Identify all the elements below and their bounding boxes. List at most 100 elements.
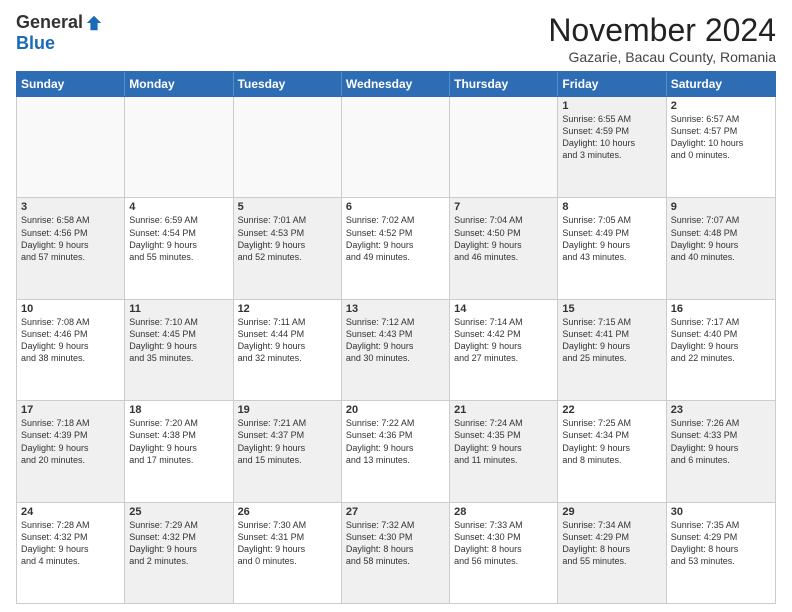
- day-number: 3: [21, 201, 120, 213]
- cell-info: Sunrise: 6:59 AMSunset: 4:54 PMDaylight:…: [129, 214, 228, 263]
- calendar-cell: 14Sunrise: 7:14 AMSunset: 4:42 PMDayligh…: [450, 300, 558, 400]
- cell-info: Sunrise: 6:58 AMSunset: 4:56 PMDaylight:…: [21, 214, 120, 263]
- title-area: November 2024 Gazarie, Bacau County, Rom…: [548, 12, 776, 65]
- calendar-cell: 26Sunrise: 7:30 AMSunset: 4:31 PMDayligh…: [234, 503, 342, 603]
- calendar-cell: 28Sunrise: 7:33 AMSunset: 4:30 PMDayligh…: [450, 503, 558, 603]
- calendar-cell: 25Sunrise: 7:29 AMSunset: 4:32 PMDayligh…: [125, 503, 233, 603]
- day-number: 26: [238, 506, 337, 518]
- calendar-cell: 12Sunrise: 7:11 AMSunset: 4:44 PMDayligh…: [234, 300, 342, 400]
- calendar-cell: 30Sunrise: 7:35 AMSunset: 4:29 PMDayligh…: [667, 503, 775, 603]
- day-number: 11: [129, 303, 228, 315]
- logo-icon: [85, 14, 103, 32]
- cell-info: Sunrise: 7:22 AMSunset: 4:36 PMDaylight:…: [346, 417, 445, 466]
- calendar-cell: [125, 97, 233, 197]
- calendar-cell: 29Sunrise: 7:34 AMSunset: 4:29 PMDayligh…: [558, 503, 666, 603]
- cell-info: Sunrise: 7:25 AMSunset: 4:34 PMDaylight:…: [562, 417, 661, 466]
- calendar-cell: 8Sunrise: 7:05 AMSunset: 4:49 PMDaylight…: [558, 198, 666, 298]
- day-number: 24: [21, 506, 120, 518]
- day-number: 2: [671, 100, 771, 112]
- day-number: 27: [346, 506, 445, 518]
- calendar-cell: 9Sunrise: 7:07 AMSunset: 4:48 PMDaylight…: [667, 198, 775, 298]
- cell-info: Sunrise: 7:07 AMSunset: 4:48 PMDaylight:…: [671, 214, 771, 263]
- cell-info: Sunrise: 7:34 AMSunset: 4:29 PMDaylight:…: [562, 519, 661, 568]
- calendar-cell: [342, 97, 450, 197]
- calendar-row: 3Sunrise: 6:58 AMSunset: 4:56 PMDaylight…: [17, 198, 775, 299]
- cell-info: Sunrise: 7:17 AMSunset: 4:40 PMDaylight:…: [671, 316, 771, 365]
- calendar-cell: 2Sunrise: 6:57 AMSunset: 4:57 PMDaylight…: [667, 97, 775, 197]
- day-number: 12: [238, 303, 337, 315]
- cell-info: Sunrise: 6:57 AMSunset: 4:57 PMDaylight:…: [671, 113, 771, 162]
- logo-text: General: [16, 12, 103, 33]
- calendar-row: 17Sunrise: 7:18 AMSunset: 4:39 PMDayligh…: [17, 401, 775, 502]
- cell-info: Sunrise: 7:04 AMSunset: 4:50 PMDaylight:…: [454, 214, 553, 263]
- day-number: 13: [346, 303, 445, 315]
- calendar-header-cell: Monday: [125, 72, 233, 96]
- calendar-cell: 13Sunrise: 7:12 AMSunset: 4:43 PMDayligh…: [342, 300, 450, 400]
- calendar-cell: 11Sunrise: 7:10 AMSunset: 4:45 PMDayligh…: [125, 300, 233, 400]
- day-number: 25: [129, 506, 228, 518]
- day-number: 23: [671, 404, 771, 416]
- calendar-cell: 1Sunrise: 6:55 AMSunset: 4:59 PMDaylight…: [558, 97, 666, 197]
- day-number: 14: [454, 303, 553, 315]
- cell-info: Sunrise: 7:01 AMSunset: 4:53 PMDaylight:…: [238, 214, 337, 263]
- cell-info: Sunrise: 7:10 AMSunset: 4:45 PMDaylight:…: [129, 316, 228, 365]
- day-number: 21: [454, 404, 553, 416]
- day-number: 22: [562, 404, 661, 416]
- cell-info: Sunrise: 7:21 AMSunset: 4:37 PMDaylight:…: [238, 417, 337, 466]
- calendar-cell: 18Sunrise: 7:20 AMSunset: 4:38 PMDayligh…: [125, 401, 233, 501]
- day-number: 29: [562, 506, 661, 518]
- cell-info: Sunrise: 7:12 AMSunset: 4:43 PMDaylight:…: [346, 316, 445, 365]
- cell-info: Sunrise: 6:55 AMSunset: 4:59 PMDaylight:…: [562, 113, 661, 162]
- calendar-cell: 7Sunrise: 7:04 AMSunset: 4:50 PMDaylight…: [450, 198, 558, 298]
- calendar-cell: [234, 97, 342, 197]
- calendar-cell: [450, 97, 558, 197]
- calendar-row: 10Sunrise: 7:08 AMSunset: 4:46 PMDayligh…: [17, 300, 775, 401]
- calendar-row: 24Sunrise: 7:28 AMSunset: 4:32 PMDayligh…: [17, 503, 775, 603]
- calendar-cell: [17, 97, 125, 197]
- main-container: General Blue November 2024 Gazarie, Baca…: [0, 0, 792, 612]
- day-number: 1: [562, 100, 661, 112]
- cell-info: Sunrise: 7:35 AMSunset: 4:29 PMDaylight:…: [671, 519, 771, 568]
- day-number: 30: [671, 506, 771, 518]
- header: General Blue November 2024 Gazarie, Baca…: [16, 12, 776, 65]
- cell-info: Sunrise: 7:11 AMSunset: 4:44 PMDaylight:…: [238, 316, 337, 365]
- calendar-cell: 6Sunrise: 7:02 AMSunset: 4:52 PMDaylight…: [342, 198, 450, 298]
- calendar-cell: 16Sunrise: 7:17 AMSunset: 4:40 PMDayligh…: [667, 300, 775, 400]
- day-number: 6: [346, 201, 445, 213]
- day-number: 18: [129, 404, 228, 416]
- cell-info: Sunrise: 7:30 AMSunset: 4:31 PMDaylight:…: [238, 519, 337, 568]
- cell-info: Sunrise: 7:33 AMSunset: 4:30 PMDaylight:…: [454, 519, 553, 568]
- day-number: 19: [238, 404, 337, 416]
- calendar-header-cell: Sunday: [17, 72, 125, 96]
- cell-info: Sunrise: 7:20 AMSunset: 4:38 PMDaylight:…: [129, 417, 228, 466]
- calendar-cell: 3Sunrise: 6:58 AMSunset: 4:56 PMDaylight…: [17, 198, 125, 298]
- calendar-cell: 19Sunrise: 7:21 AMSunset: 4:37 PMDayligh…: [234, 401, 342, 501]
- logo-blue: Blue: [16, 33, 55, 54]
- day-number: 10: [21, 303, 120, 315]
- day-number: 5: [238, 201, 337, 213]
- day-number: 15: [562, 303, 661, 315]
- calendar-cell: 23Sunrise: 7:26 AMSunset: 4:33 PMDayligh…: [667, 401, 775, 501]
- day-number: 20: [346, 404, 445, 416]
- day-number: 16: [671, 303, 771, 315]
- cell-info: Sunrise: 7:29 AMSunset: 4:32 PMDaylight:…: [129, 519, 228, 568]
- logo: General Blue: [16, 12, 103, 54]
- calendar-header-cell: Friday: [558, 72, 666, 96]
- subtitle: Gazarie, Bacau County, Romania: [548, 49, 776, 65]
- cell-info: Sunrise: 7:02 AMSunset: 4:52 PMDaylight:…: [346, 214, 445, 263]
- calendar-cell: 24Sunrise: 7:28 AMSunset: 4:32 PMDayligh…: [17, 503, 125, 603]
- day-number: 17: [21, 404, 120, 416]
- logo-general: General: [16, 12, 83, 33]
- calendar-row: 1Sunrise: 6:55 AMSunset: 4:59 PMDaylight…: [17, 97, 775, 198]
- cell-info: Sunrise: 7:05 AMSunset: 4:49 PMDaylight:…: [562, 214, 661, 263]
- calendar-cell: 20Sunrise: 7:22 AMSunset: 4:36 PMDayligh…: [342, 401, 450, 501]
- cell-info: Sunrise: 7:15 AMSunset: 4:41 PMDaylight:…: [562, 316, 661, 365]
- calendar-cell: 5Sunrise: 7:01 AMSunset: 4:53 PMDaylight…: [234, 198, 342, 298]
- cell-info: Sunrise: 7:32 AMSunset: 4:30 PMDaylight:…: [346, 519, 445, 568]
- calendar-body: 1Sunrise: 6:55 AMSunset: 4:59 PMDaylight…: [16, 97, 776, 604]
- calendar-cell: 22Sunrise: 7:25 AMSunset: 4:34 PMDayligh…: [558, 401, 666, 501]
- calendar-cell: 27Sunrise: 7:32 AMSunset: 4:30 PMDayligh…: [342, 503, 450, 603]
- day-number: 9: [671, 201, 771, 213]
- cell-info: Sunrise: 7:14 AMSunset: 4:42 PMDaylight:…: [454, 316, 553, 365]
- calendar-cell: 21Sunrise: 7:24 AMSunset: 4:35 PMDayligh…: [450, 401, 558, 501]
